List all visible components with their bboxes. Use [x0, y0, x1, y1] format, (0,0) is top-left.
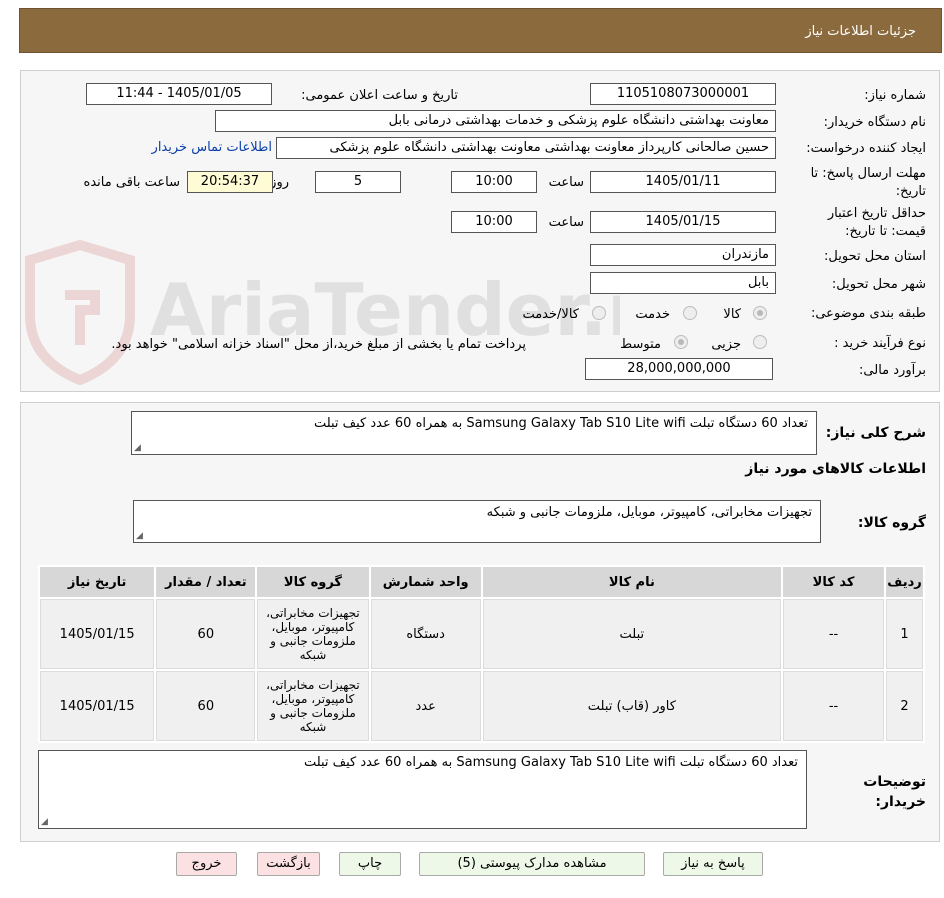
process-radio-medium[interactable]: [674, 335, 688, 349]
remaining-label: ساعت باقی مانده: [83, 175, 180, 190]
resize-handle-icon[interactable]: ◢: [134, 443, 141, 453]
table-row[interactable]: 2 -- کاور (قاب) تبلت عدد تجهیزات مخابرات…: [40, 671, 923, 741]
buyer-org-label: نام دستگاه خریدار:: [823, 115, 926, 130]
process-radio-minor[interactable]: [753, 335, 767, 349]
col-qty: تعداد / مقدار: [156, 567, 256, 597]
category-radio-goods[interactable]: [753, 306, 767, 320]
resize-handle-icon[interactable]: ◢: [41, 817, 48, 827]
payment-note: پرداخت تمام یا بخشی از مبلغ خرید،از محل …: [111, 337, 526, 352]
buyer-org-field[interactable]: معاونت بهداشتی دانشگاه علوم پزشکی و خدما…: [215, 110, 776, 132]
table-row[interactable]: 1 -- تبلت دستگاه تجهیزات مخابراتی، کامپی…: [40, 599, 923, 669]
announce-label: تاریخ و ساعت اعلان عمومی:: [301, 88, 458, 103]
cell-row: 1: [886, 599, 923, 669]
summary-textarea[interactable]: تعداد 60 دستگاه تبلت Samsung Galaxy Tab …: [131, 411, 817, 455]
resize-handle-icon[interactable]: ◢: [136, 531, 143, 541]
category-radio-goods-service[interactable]: [592, 306, 606, 320]
cell-name: کاور (قاب) تبلت: [482, 671, 781, 741]
deadline-label: مهلت ارسال پاسخ: تا تاریخ:: [810, 166, 926, 199]
creator-field[interactable]: حسین صالحانی کارپرداز معاونت بهداشتی معا…: [276, 137, 776, 159]
exit-button[interactable]: خروج: [176, 852, 237, 876]
announce-field[interactable]: 1405/01/05 - 11:44: [86, 83, 272, 105]
cell-code: --: [782, 671, 885, 741]
buyer-notes-label: توضیحات خریدار:: [863, 774, 926, 810]
validity-time-label: ساعت: [548, 215, 584, 230]
goods-group-textarea[interactable]: تجهیزات مخابراتی، کامپیوتر، موبایل، ملزو…: [133, 500, 821, 543]
province-field[interactable]: مازندران: [590, 244, 776, 266]
validity-label: حداقل تاریخ اعتبار قیمت: تا تاریخ:: [827, 206, 926, 239]
deadline-time-label: ساعت: [548, 175, 584, 190]
buyer-contact-link[interactable]: اطلاعات تماس خریدار: [152, 140, 272, 155]
cell-unit: دستگاه: [370, 599, 481, 669]
view-attachments-button[interactable]: مشاهده مدارک پیوستی (5): [419, 852, 645, 876]
category-radio-service[interactable]: [683, 306, 697, 320]
col-name: نام کالا: [482, 567, 781, 597]
cell-qty: 60: [156, 671, 256, 741]
remaining-time-field: 20:54:37: [187, 171, 273, 193]
reply-button[interactable]: پاسخ به نیاز: [663, 852, 763, 876]
summary-label: شرح کلی نیاز:: [825, 425, 926, 441]
cell-qty: 60: [156, 599, 256, 669]
table-header-row: ردیف کد کالا نام کالا واحد شمارش گروه کا…: [40, 567, 923, 597]
need-number-field[interactable]: 1105108073000001: [590, 83, 776, 105]
col-row: ردیف: [886, 567, 923, 597]
creator-label: ایجاد کننده درخواست:: [806, 141, 926, 156]
cell-group: تجهیزات مخابراتی، کامپیوتر، موبایل، ملزو…: [257, 671, 369, 741]
cell-group: تجهیزات مخابراتی، کامپیوتر، موبایل، ملزو…: [257, 599, 369, 669]
deadline-time-field[interactable]: 10:00: [451, 171, 537, 193]
validity-date-field[interactable]: 1405/01/15: [590, 211, 776, 233]
col-group: گروه کالا: [257, 567, 369, 597]
buyer-notes-text: تعداد 60 دستگاه تبلت Samsung Galaxy Tab …: [303, 755, 798, 770]
buyer-notes-textarea[interactable]: تعداد 60 دستگاه تبلت Samsung Galaxy Tab …: [38, 750, 807, 829]
col-code: کد کالا: [782, 567, 885, 597]
goods-section-title: اطلاعات کالاهای مورد نیاز: [745, 461, 926, 477]
goods-group-label: گروه کالا:: [857, 515, 926, 531]
print-button[interactable]: چاپ: [339, 852, 401, 876]
category-option-goods: کالا: [723, 307, 741, 322]
city-label: شهر محل تحویل:: [831, 277, 926, 292]
cell-name: تبلت: [482, 599, 781, 669]
validity-time-field[interactable]: 10:00: [451, 211, 537, 233]
city-field[interactable]: بابل: [590, 272, 776, 294]
budget-field[interactable]: 28,000,000,000: [585, 358, 773, 380]
process-label: نوع فرآیند خرید :: [834, 336, 926, 351]
page-header: [19, 8, 942, 53]
budget-label: برآورد مالی:: [859, 363, 926, 378]
col-date: تاریخ نیاز: [40, 567, 155, 597]
category-option-service: خدمت: [635, 307, 670, 322]
back-button[interactable]: بازگشت: [257, 852, 320, 876]
goods-table: ردیف کد کالا نام کالا واحد شمارش گروه کا…: [38, 565, 925, 743]
province-label: استان محل تحویل:: [824, 249, 926, 264]
cell-code: --: [782, 599, 885, 669]
process-option-minor: جزیی: [711, 337, 741, 352]
cell-date: 1405/01/15: [40, 671, 155, 741]
category-label: طبقه بندی موضوعی:: [810, 306, 926, 321]
category-option-goods-service: کالا/خدمت: [522, 307, 579, 322]
days-field[interactable]: 5: [315, 171, 401, 193]
page-title: جزئیات اطلاعات نیاز: [805, 24, 916, 39]
cell-date: 1405/01/15: [40, 599, 155, 669]
need-number-label: شماره نیاز:: [864, 88, 926, 103]
cell-row: 2: [886, 671, 923, 741]
col-unit: واحد شمارش: [370, 567, 481, 597]
deadline-date-field[interactable]: 1405/01/11: [590, 171, 776, 193]
summary-text: تعداد 60 دستگاه تبلت Samsung Galaxy Tab …: [313, 416, 808, 431]
process-option-medium: متوسط: [620, 337, 661, 352]
goods-group-text: تجهیزات مخابراتی، کامپیوتر، موبایل، ملزو…: [486, 505, 812, 520]
cell-unit: عدد: [370, 671, 481, 741]
